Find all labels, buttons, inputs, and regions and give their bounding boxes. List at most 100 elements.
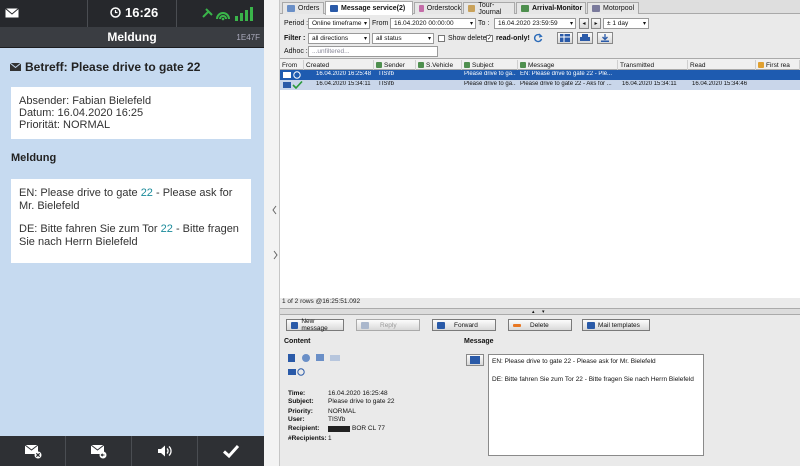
envelope-icon — [10, 63, 21, 71]
column-read[interactable]: Read — [688, 60, 756, 70]
filter-label: Filter : — [284, 35, 306, 42]
tab-message-service[interactable]: Message service(2) — [325, 1, 413, 15]
download-icon — [601, 34, 609, 42]
collapse-arrow-icon[interactable] — [272, 205, 278, 215]
status-select[interactable]: all status ▾ — [372, 33, 434, 44]
content-panel: Content Time: 16.04.2020 16:25:48 Subjec… — [280, 334, 462, 466]
content-heading: Content — [284, 338, 311, 345]
filter-icon — [464, 62, 470, 68]
speaker-button[interactable] — [132, 436, 198, 466]
screen-code: 1E47F — [236, 33, 260, 42]
print-button[interactable] — [577, 32, 593, 44]
panel-splitter[interactable] — [264, 0, 280, 466]
envelope-icon — [330, 5, 338, 12]
column-message[interactable]: Message — [518, 60, 618, 70]
filter-icon — [520, 62, 526, 68]
tab-motorpool[interactable]: Motorpool — [587, 2, 639, 14]
chevron-down-icon: ▾ — [363, 36, 367, 42]
sender-text: Absender: Fabian Bielefeld — [19, 95, 152, 107]
message-line-en: EN: Please drive to gate 22 - Please ask… — [492, 358, 656, 365]
subject-text: Betreff: Please drive to gate 22 — [25, 60, 201, 74]
priority-label: Priority: — [288, 408, 313, 415]
show-deleted-checkbox[interactable] — [438, 35, 445, 42]
export-button[interactable] — [557, 32, 573, 44]
message-table: From Created Sender S.Vehicle Subject Me… — [280, 58, 800, 298]
message-en: EN: Please drive to gate 22 - Please ask… — [19, 187, 233, 212]
forward-button[interactable]: Forward — [432, 319, 496, 331]
show-deleted-label: Show deleted — [448, 35, 491, 42]
read-only-label: read-only! — [496, 35, 530, 42]
tab-orders[interactable]: Orders — [282, 2, 324, 14]
column-vehicle[interactable]: S.Vehicle — [416, 60, 462, 70]
message-subject: Betreff: Please drive to gate 22 — [10, 60, 200, 74]
tab-arrival-monitor[interactable]: Arrival-Monitor — [516, 2, 586, 14]
column-transmitted[interactable]: Transmitted — [618, 60, 688, 70]
tab-orderstock[interactable]: Orderstock — [414, 2, 462, 14]
to-date-field[interactable]: 16.04.2020 23:59:59 ▾ — [494, 18, 576, 29]
refresh-icon[interactable] — [533, 33, 543, 43]
gate-number-link[interactable]: 22 — [141, 187, 153, 199]
recipient-label: Recipient: — [288, 425, 320, 432]
table-export-icon — [560, 34, 570, 42]
column-from[interactable]: From — [280, 60, 304, 70]
next-day-button[interactable]: ▸ — [591, 18, 601, 29]
to-label: To : — [478, 20, 490, 27]
journal-icon — [468, 5, 476, 12]
delete-message-button[interactable] — [0, 436, 66, 466]
horizontal-splitter[interactable]: ▴ ▾ — [280, 308, 800, 315]
subject-label: Subject: — [288, 398, 314, 405]
collapse-down-icon[interactable]: ▾ — [542, 309, 545, 315]
collapse-arrow-icon[interactable] — [272, 250, 278, 260]
clock-time: 16:26 — [125, 5, 159, 20]
minus-icon — [513, 323, 521, 327]
mail-templates-button[interactable]: Mail templates — [582, 319, 650, 331]
column-created[interactable]: Created — [304, 60, 374, 70]
column-first-read[interactable]: First rea — [756, 60, 800, 70]
recipients-count-value: 1 — [328, 435, 332, 442]
adhoc-filter-input[interactable]: ...unfiltered... — [308, 46, 438, 57]
mobile-terminal: 16:26 Meldung 1E47F Betreff: Please driv… — [0, 0, 264, 466]
from-date-field[interactable]: 16.04.2020 00:00:00 ▾ — [390, 18, 476, 29]
column-sender[interactable]: Sender — [374, 60, 416, 70]
filter-icon — [418, 62, 424, 68]
adhoc-label: Adhoc : — [284, 48, 308, 55]
delete-button[interactable]: Delete — [508, 319, 572, 331]
table-row[interactable]: 16.04.2020 15:34:11 TIS\fb Please drive … — [280, 80, 800, 90]
recipients-count-label: #Recipients: — [288, 435, 327, 442]
gate-number-link[interactable]: 22 — [161, 223, 173, 235]
collapse-up-icon[interactable]: ▴ — [532, 309, 535, 315]
title-bar: Meldung 1E47F — [0, 27, 264, 48]
message-read-icon — [283, 81, 303, 89]
read-only-checkbox[interactable]: ✓ — [486, 35, 493, 42]
chevron-left-icon: ◂ — [582, 21, 586, 27]
reply-button[interactable]: Reply — [356, 319, 420, 331]
message-copy-button[interactable] — [466, 354, 484, 366]
confirm-button[interactable] — [198, 436, 264, 466]
column-subject[interactable]: Subject — [462, 60, 518, 70]
period-select[interactable]: Online timeframe ▾ — [308, 18, 370, 29]
step-select[interactable]: ± 1 day ▾ — [603, 18, 649, 29]
reply-message-button[interactable] — [66, 436, 132, 466]
chevron-down-icon: ▾ — [363, 21, 367, 27]
table-row[interactable]: 16.04.2020 16:25:48 TIS\fb Please drive … — [280, 70, 800, 80]
message-text-box[interactable]: EN: Please drive to gate 22 - Please ask… — [488, 354, 704, 456]
new-message-button[interactable]: New message — [286, 318, 344, 332]
mail-icon[interactable] — [5, 8, 19, 18]
mail-reply-icon — [90, 444, 106, 459]
download-button[interactable] — [597, 32, 613, 44]
redacted-block — [328, 426, 350, 432]
directions-select[interactable]: all directions ▾ — [308, 33, 370, 44]
user-value: TIS\fb — [328, 416, 346, 423]
filter-icon — [758, 62, 764, 68]
tab-bar: Orders Message service(2) Orderstock Tou… — [280, 0, 800, 16]
message-box: EN: Please drive to gate 22 - Please ask… — [11, 179, 251, 263]
subject-value: Please drive to gate 22 — [328, 398, 395, 405]
date-text: Datum: 16.04.2020 16:25 — [19, 107, 144, 119]
details-box: Absender: Fabian Bielefeld Datum: 16.04.… — [11, 87, 251, 139]
chevron-down-icon: ▾ — [569, 21, 573, 27]
previous-day-button[interactable]: ◂ — [579, 18, 589, 29]
clock: 16:26 — [110, 5, 158, 20]
reply-icon — [361, 321, 369, 329]
chevron-right-icon: ▸ — [594, 21, 598, 27]
tab-tour-journal[interactable]: Tour-Journal — [463, 2, 515, 16]
